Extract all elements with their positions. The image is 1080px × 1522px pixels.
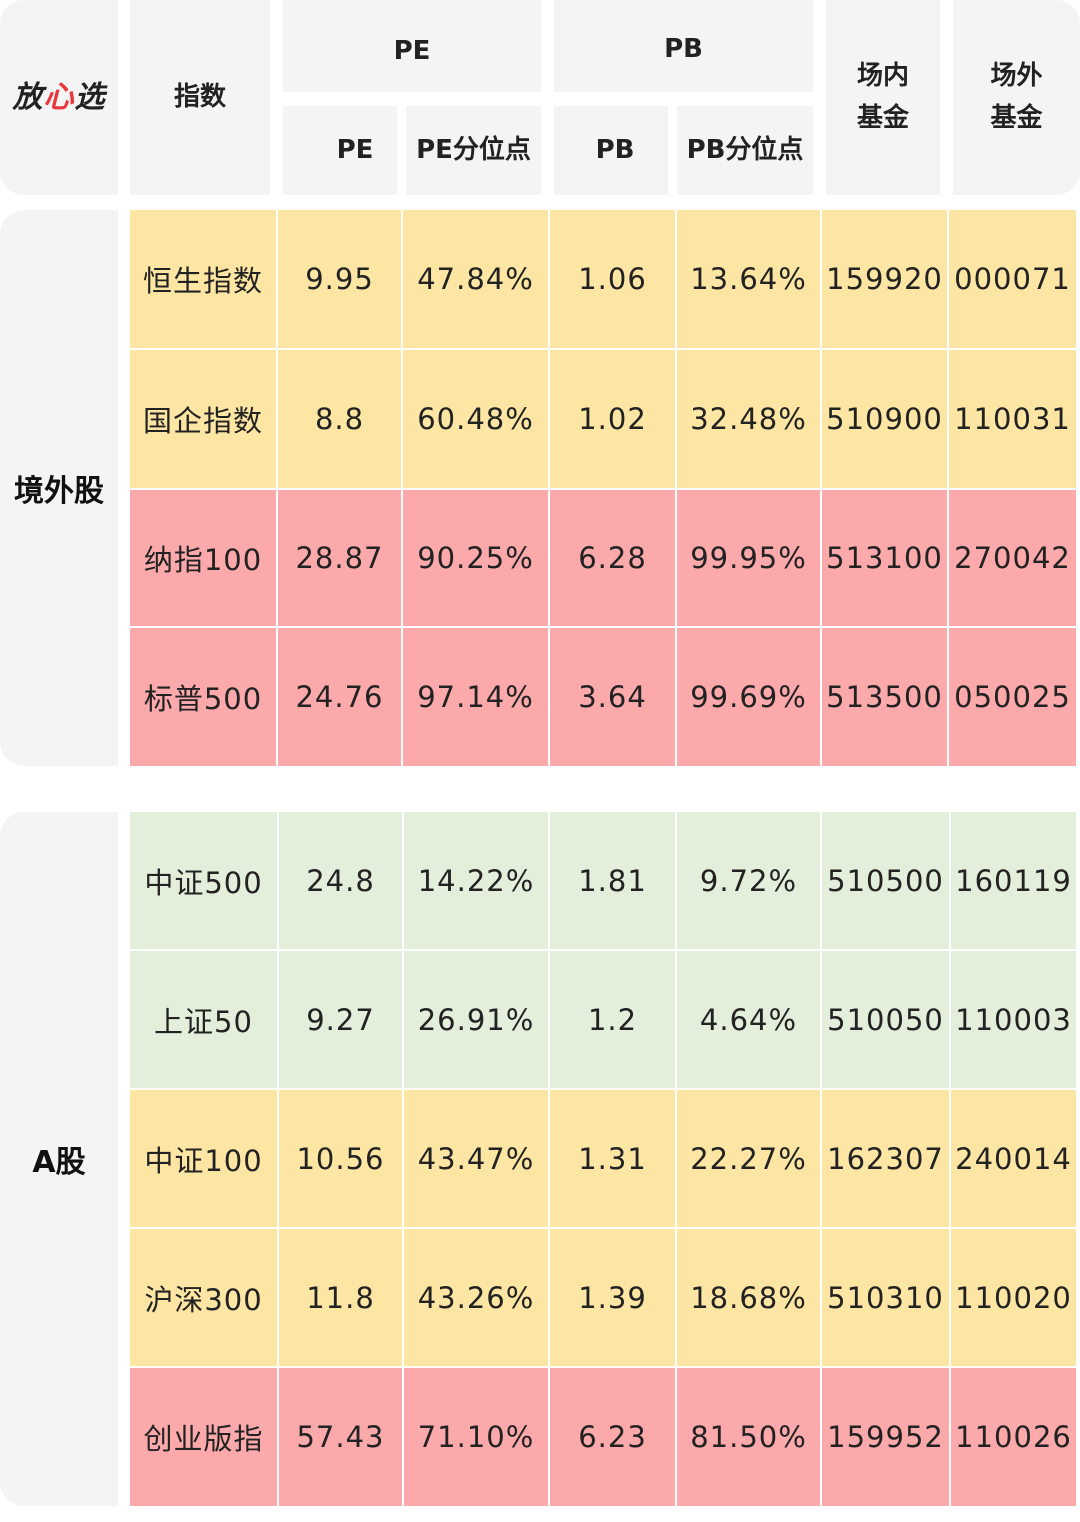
cell-pb-percentile: 13.64% xyxy=(677,210,820,348)
cell-pe-percentile: 60.48% xyxy=(403,350,548,488)
cell-pe-percentile: 97.14% xyxy=(403,628,548,766)
header-offsite-fund: 场外 基金 xyxy=(953,0,1080,195)
cell-pb: 1.81 xyxy=(550,812,675,949)
cell-pb: 6.28 xyxy=(550,490,675,626)
cell-onsite-fund: 510900 xyxy=(822,350,947,488)
cell-pb: 6.23 xyxy=(550,1368,675,1506)
cell-pb-percentile: 99.95% xyxy=(677,490,820,626)
header-pb-percentile: PB分位点 xyxy=(677,106,813,195)
cell-pe: 8.8 xyxy=(278,350,401,488)
header-offsite-fund-line1: 场外 xyxy=(990,60,1043,91)
cell-pe: 28.87 xyxy=(278,490,401,626)
cell-onsite-fund: 159920 xyxy=(822,210,947,348)
cell-pe-percentile: 71.10% xyxy=(404,1368,548,1506)
cell-pb: 1.31 xyxy=(550,1090,675,1227)
cell-pe: 11.8 xyxy=(279,1229,402,1366)
heart-icon: 心 xyxy=(43,79,75,115)
cell-index: 标普500 xyxy=(130,628,276,766)
cell-pb-percentile: 99.69% xyxy=(677,628,820,766)
header-offsite-fund-line2: 基金 xyxy=(990,102,1043,133)
cell-pe: 9.95 xyxy=(278,210,401,348)
logo-text-post: 选 xyxy=(74,79,106,115)
cell-pe-percentile: 26.91% xyxy=(404,951,548,1088)
header-pe: PE xyxy=(283,106,397,195)
cell-index: 上证50 xyxy=(130,951,277,1088)
cell-offsite-fund: 110020 xyxy=(951,1229,1076,1366)
cell-onsite-fund: 159952 xyxy=(822,1368,949,1506)
cell-pb-percentile: 18.68% xyxy=(677,1229,820,1366)
cell-pb-percentile: 9.72% xyxy=(677,812,820,949)
cell-pb-percentile: 32.48% xyxy=(677,350,820,488)
header-onsite-fund-line2: 基金 xyxy=(856,102,909,133)
cell-onsite-fund: 513500 xyxy=(822,628,947,766)
cell-index: 创业版指 xyxy=(130,1368,277,1506)
cell-pe: 24.76 xyxy=(278,628,401,766)
cell-pb: 1.2 xyxy=(550,951,675,1088)
section-label-a-shares: A股 xyxy=(0,812,118,1506)
header-onsite-fund-line1: 场内 xyxy=(856,60,909,91)
header-onsite-fund: 场内 基金 xyxy=(826,0,940,195)
cell-pe: 57.43 xyxy=(279,1368,402,1506)
header-pe-group: PE xyxy=(283,0,541,92)
cell-offsite-fund: 110031 xyxy=(949,350,1076,488)
cell-pe-percentile: 90.25% xyxy=(403,490,548,626)
cell-pb: 1.39 xyxy=(550,1229,675,1366)
cell-onsite-fund: 162307 xyxy=(822,1090,949,1227)
brand-logo: 放心选 xyxy=(0,0,118,195)
cell-index: 中证500 xyxy=(130,812,277,949)
logo-text-pre: 放 xyxy=(12,79,44,115)
cell-onsite-fund: 510500 xyxy=(822,812,949,949)
section-label-overseas: 境外股 xyxy=(0,210,118,766)
cell-offsite-fund: 240014 xyxy=(951,1090,1076,1227)
cell-pb: 1.06 xyxy=(550,210,675,348)
cell-pe-percentile: 47.84% xyxy=(403,210,548,348)
cell-onsite-fund: 513100 xyxy=(822,490,947,626)
cell-index: 国企指数 xyxy=(130,350,276,488)
header-index-column: 指数 xyxy=(130,0,270,195)
cell-pe: 24.8 xyxy=(279,812,402,949)
cell-offsite-fund: 050025 xyxy=(949,628,1076,766)
cell-offsite-fund: 000071 xyxy=(949,210,1076,348)
cell-onsite-fund: 510050 xyxy=(822,951,949,1088)
header-pb-group: PB xyxy=(554,0,813,92)
cell-offsite-fund: 110026 xyxy=(951,1368,1076,1506)
cell-pe-percentile: 14.22% xyxy=(404,812,548,949)
cell-pe-percentile: 43.47% xyxy=(404,1090,548,1227)
cell-pb-percentile: 4.64% xyxy=(677,951,820,1088)
cell-pe: 9.27 xyxy=(279,951,402,1088)
cell-pb-percentile: 81.50% xyxy=(677,1368,820,1506)
header-pb: PB xyxy=(554,106,668,195)
cell-pe: 10.56 xyxy=(279,1090,402,1227)
cell-offsite-fund: 270042 xyxy=(949,490,1076,626)
cell-onsite-fund: 510310 xyxy=(822,1229,949,1366)
cell-index: 恒生指数 xyxy=(130,210,276,348)
cell-index: 纳指100 xyxy=(130,490,276,626)
cell-index: 中证100 xyxy=(130,1090,277,1227)
header-pe-percentile: PE分位点 xyxy=(406,106,541,195)
cell-index: 沪深300 xyxy=(130,1229,277,1366)
cell-pb: 1.02 xyxy=(550,350,675,488)
cell-pb-percentile: 22.27% xyxy=(677,1090,820,1227)
cell-offsite-fund: 110003 xyxy=(951,951,1076,1088)
cell-pb: 3.64 xyxy=(550,628,675,766)
cell-offsite-fund: 160119 xyxy=(951,812,1076,949)
cell-pe-percentile: 43.26% xyxy=(404,1229,548,1366)
